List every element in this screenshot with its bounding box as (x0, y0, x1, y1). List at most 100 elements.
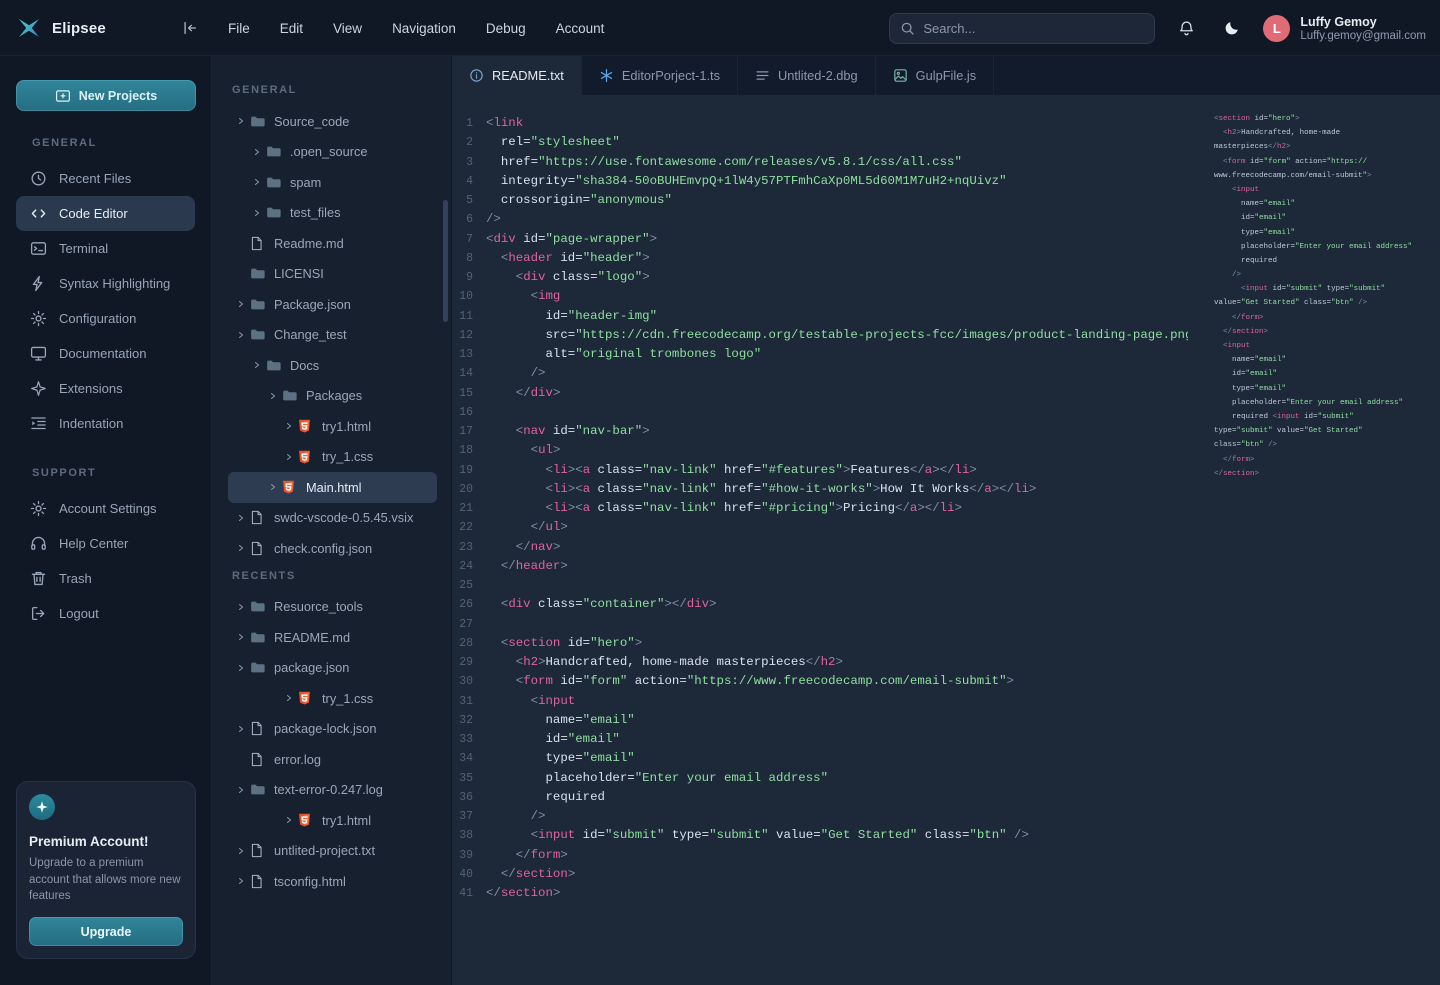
tree-item-resuorce-tools[interactable]: Resuorce_tools (228, 592, 437, 623)
menu-account[interactable]: Account (556, 21, 605, 36)
sidebar-item-extensions[interactable]: Extensions (16, 371, 195, 406)
chevron-right-icon[interactable] (248, 148, 266, 156)
user-profile[interactable]: L Luffy Gemoy Luffy.gemoy@gmail.com (1263, 15, 1426, 42)
chevron-right-icon[interactable] (232, 300, 250, 308)
tree-item-readme-md[interactable]: Readme.md (228, 228, 437, 259)
chevron-right-icon[interactable] (232, 633, 250, 641)
sidebar-item-indentation[interactable]: Indentation (16, 406, 195, 441)
sidebar-item-documentation[interactable]: Documentation (16, 336, 195, 371)
chevron-right-icon[interactable] (232, 117, 250, 125)
tree-item-try-1-css[interactable]: try_1.css (228, 442, 437, 473)
folder-icon (250, 328, 270, 341)
tree-item-open-source[interactable]: .open_source (228, 137, 437, 168)
tree-item-try1-html[interactable]: try1.html (228, 805, 437, 836)
tree-item-spam[interactable]: spam (228, 167, 437, 198)
menu-view[interactable]: View (333, 21, 362, 36)
tab-editorporject-1-ts[interactable]: EditorPorject-1.ts (582, 56, 738, 95)
chevron-right-icon[interactable] (232, 786, 250, 794)
code-area[interactable]: 1<link2 rel="stylesheet"3 href="https://… (452, 95, 1188, 985)
chevron-right-icon[interactable] (232, 514, 250, 522)
upgrade-button[interactable]: Upgrade (29, 917, 183, 946)
tree-item-test-files[interactable]: test_files (228, 198, 437, 229)
chevron-right-icon[interactable] (232, 877, 250, 885)
folder-icon (250, 631, 270, 644)
sidebar-item-configuration[interactable]: Configuration (16, 301, 195, 336)
file-icon (250, 752, 270, 767)
tree-item-readme-md[interactable]: README.md (228, 622, 437, 653)
dark-mode-toggle[interactable] (1217, 13, 1247, 43)
sidebar-item-logout[interactable]: Logout (16, 596, 195, 631)
chevron-right-icon[interactable] (232, 847, 250, 855)
tree-item-packages[interactable]: Packages (228, 381, 437, 412)
tree-item-text-error-0-247-log[interactable]: text-error-0.247.log (228, 775, 437, 806)
chevron-right-icon[interactable] (232, 725, 250, 733)
new-projects-button[interactable]: New Projects (16, 80, 196, 111)
line-number: 37 (452, 807, 486, 826)
code-icon (30, 205, 47, 222)
sparkle-icon (30, 380, 47, 397)
tree-item-licensi[interactable]: LICENSI (228, 259, 437, 290)
tab-gulpfile-js[interactable]: GulpFile.js (876, 56, 994, 95)
minimap[interactable]: <section id="hero"> <h2>Handcrafted, hom… (1188, 95, 1440, 985)
sidebar-item-label: Extensions (59, 381, 123, 396)
chevron-right-icon[interactable] (232, 331, 250, 339)
tree-item-package-json[interactable]: Package.json (228, 289, 437, 320)
tree-item-untlited-project-txt[interactable]: untlited-project.txt (228, 836, 437, 867)
sidebar-item-terminal[interactable]: Terminal (16, 231, 195, 266)
file-name: test_files (290, 205, 341, 220)
sidebar-item-help-center[interactable]: Help Center (16, 526, 195, 561)
tree-item-try1-html[interactable]: try1.html (228, 411, 437, 442)
tree-item-tsconfig-html[interactable]: tsconfig.html (228, 866, 437, 897)
sidebar-item-code-editor[interactable]: Code Editor (16, 196, 195, 231)
tree-item-package-lock-json[interactable]: package-lock.json (228, 714, 437, 745)
chevron-right-icon[interactable] (264, 392, 282, 400)
line-number: 27 (452, 615, 486, 634)
code-text: /> (486, 210, 501, 229)
tree-item-swdc-vscode-0-5-45-vsix[interactable]: swdc-vscode-0.5.45.vsix (228, 503, 437, 534)
chevron-right-icon[interactable] (232, 664, 250, 672)
menu-navigation[interactable]: Navigation (392, 21, 456, 36)
chevron-right-icon[interactable] (280, 694, 298, 702)
minimap-line: <input (1214, 183, 1432, 197)
file-explorer: GENERALSource_code.open_sourcespamtest_f… (212, 56, 452, 985)
notifications-bell-button[interactable] (1171, 13, 1201, 43)
file-name: untlited-project.txt (274, 843, 375, 858)
menu-file[interactable]: File (228, 21, 250, 36)
tree-item-try-1-css[interactable]: try_1.css (228, 683, 437, 714)
chevron-right-icon[interactable] (280, 453, 298, 461)
tree-item-change-test[interactable]: Change_test (228, 320, 437, 351)
minimap-line: placeholder="Enter your email address" (1214, 396, 1432, 410)
sidebar-item-account-settings[interactable]: Account Settings (16, 491, 195, 526)
chevron-right-icon[interactable] (264, 483, 282, 491)
user-name: Luffy Gemoy (1300, 15, 1426, 29)
file-icon (250, 510, 270, 525)
sidebar-item-syntax-highlighting[interactable]: Syntax Highlighting (16, 266, 195, 301)
chevron-right-icon[interactable] (248, 178, 266, 186)
tab-readme-txt[interactable]: README.txt (452, 56, 582, 95)
tab-untlited-2-dbg[interactable]: Untlited-2.dbg (738, 56, 876, 95)
tree-item-check-config-json[interactable]: check.config.json (228, 533, 437, 564)
file-name: Main.html (306, 480, 361, 495)
tree-item-main-html[interactable]: Main.html (228, 472, 437, 503)
tree-item-error-log[interactable]: error.log (228, 744, 437, 775)
explorer-scrollbar[interactable] (443, 200, 448, 322)
chevron-right-icon[interactable] (280, 816, 298, 824)
line-number: 3 (452, 153, 486, 172)
menu-debug[interactable]: Debug (486, 21, 526, 36)
file-name: Packages (306, 388, 362, 403)
minimap-line: type="email" (1214, 226, 1432, 240)
chevron-right-icon[interactable] (248, 209, 266, 217)
tree-item-docs[interactable]: Docs (228, 350, 437, 381)
new-projects-label: New Projects (79, 89, 158, 103)
chevron-right-icon[interactable] (280, 422, 298, 430)
sidebar-item-recent-files[interactable]: Recent Files (16, 161, 195, 196)
collapse-sidebar-button[interactable] (176, 14, 204, 42)
sidebar-item-trash[interactable]: Trash (16, 561, 195, 596)
menu-edit[interactable]: Edit (280, 21, 303, 36)
chevron-right-icon[interactable] (232, 544, 250, 552)
chevron-right-icon[interactable] (232, 603, 250, 611)
search-input[interactable] (923, 21, 1144, 36)
tree-item-package-json[interactable]: package.json (228, 653, 437, 684)
tree-item-source-code[interactable]: Source_code (228, 106, 437, 137)
chevron-right-icon[interactable] (248, 361, 266, 369)
